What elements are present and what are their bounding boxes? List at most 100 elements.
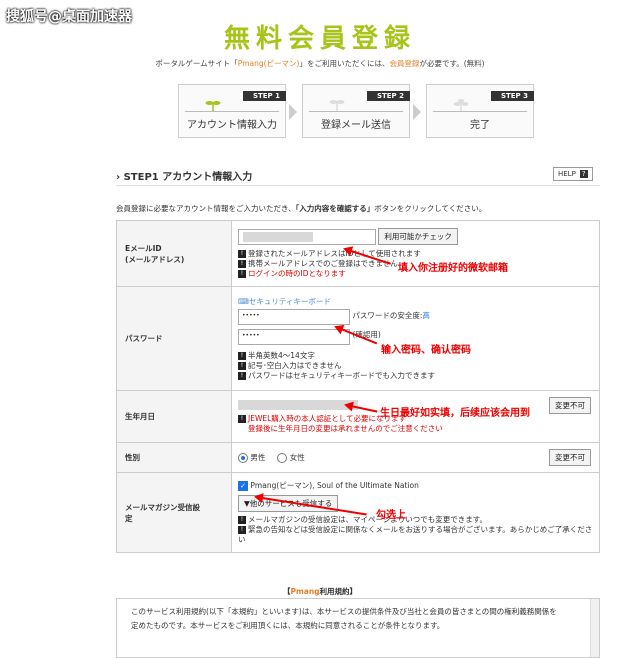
- gender-change-button[interactable]: 変更不可: [549, 449, 591, 466]
- newsletter-note-2-text: 緊急の告知などは受信設定に関係なくメールをお送りする場合がございます。あらかじめ…: [238, 525, 593, 544]
- exclamation-icon: !: [238, 362, 246, 370]
- ground-line: [433, 111, 527, 112]
- step-1: STEP 1 アカウント情報入力: [178, 84, 286, 138]
- gender-male-label: 男性: [250, 453, 266, 462]
- help-button[interactable]: HELP?: [553, 167, 593, 181]
- keyboard-link-text: セキュリティキーボード: [248, 297, 331, 306]
- step-3-tag: STEP 3: [490, 91, 534, 101]
- password-value: •••••: [242, 312, 260, 319]
- email-label-1: EメールID: [125, 243, 162, 253]
- step-2-tag: STEP 2: [366, 91, 410, 101]
- password-note-2: ! 記号･空白入力はできません: [238, 361, 593, 371]
- subtitle-mid: 」をご利用いただくには、: [299, 59, 390, 68]
- birthday-label: 生年月日: [116, 390, 232, 443]
- gender-cell: 男性 女性 変更不可: [231, 442, 600, 473]
- email-label-2: (メールアドレス): [125, 254, 185, 264]
- password-note-3-text: パスワードはセキュリティキーボードでも入力できます: [248, 371, 436, 380]
- divider: [116, 185, 600, 186]
- newsletter-label: メールマガジン受信設定: [116, 472, 232, 553]
- password-note-3: ! パスワードはセキュリティキーボードでも入力できます: [238, 371, 593, 381]
- annotation-email: 填入你注册好的微软邮箱: [398, 263, 508, 274]
- step-3: STEP 3 完了: [426, 84, 534, 138]
- subtitle: ポータルゲームサイト「Pmang(ピーマン)」をご利用いただくには、会員登録が必…: [0, 58, 640, 69]
- exclamation-icon: !: [238, 526, 246, 534]
- exclamation-icon: !: [238, 352, 246, 360]
- step-3-label: 完了: [470, 120, 490, 131]
- newsletter-label-2: 定: [125, 513, 133, 523]
- gender-male-radio[interactable]: [238, 453, 248, 463]
- password-note-1-text: 半角英数4～14文字: [248, 351, 315, 360]
- newsletter-note-1-text: メールマガジンの受信設定は、マイページよりいつでも変更できます。: [248, 515, 487, 524]
- birthday-note-2: 登録後に生年月日の変更は承れませんのでご注意ください: [248, 423, 443, 433]
- ground-line: [309, 111, 403, 112]
- tree-icon: [453, 99, 469, 111]
- blurred-birthday: [238, 399, 358, 410]
- step-2-label: 登録メール送信: [321, 120, 391, 131]
- subtitle-pre: ポータルゲームサイト「: [155, 59, 238, 68]
- registration-form: EメールID (メールアドレス) 利用可能かチェック ! 登録されたメールアドレスは…: [116, 220, 600, 553]
- birthday-change-button[interactable]: 変更不可: [549, 397, 591, 414]
- password-row: パスワード ⌨セキュリティキーボード ••••• パスワードの安全度:高 •••…: [116, 286, 600, 391]
- question-icon: ?: [579, 170, 588, 178]
- exclamation-icon: !: [238, 414, 246, 423]
- sprout-icon: [205, 101, 221, 111]
- keyboard-icon: ⌨: [238, 297, 249, 306]
- password-note-2-text: 記号･空白入力はできません: [248, 361, 342, 370]
- newsletter-checkbox[interactable]: ✓: [238, 481, 248, 491]
- step-2: STEP 2 登録メール送信: [302, 84, 410, 138]
- step-1-tag: STEP 1: [242, 91, 286, 101]
- gender-female-radio[interactable]: [277, 453, 288, 463]
- email-note-3-text: ログインの時のIDとなります: [248, 269, 346, 278]
- newsletter-option-label: Pmang(ピーマン), Soul of the Ultimate Nation: [250, 481, 419, 490]
- intro-text: 会員登録に必要なアカウント情報をご入力いただき、「入力内容を確認する」ボタンをク…: [116, 203, 486, 214]
- annotation-birthday: 生日最好如实填，后续应该会用到: [380, 408, 530, 419]
- intro-bold: 「入力内容を確認する」: [295, 204, 375, 213]
- terms-title-brand: Pmang: [290, 587, 320, 596]
- exclamation-icon: !: [238, 260, 246, 268]
- help-label: HELP: [558, 170, 576, 178]
- step-indicator: STEP 1 アカウント情報入力 STEP 2 登録メール送信 STEP 3 完…: [178, 84, 538, 140]
- email-note-1-text: 登録されたメールアドレスはIDとして使用されます: [248, 249, 421, 258]
- subtitle-post: が必要です。(無料): [419, 59, 485, 68]
- watermark: 搜狐号@桌面加速器: [6, 9, 132, 25]
- subtitle-site: Pmang(ピーマン): [237, 59, 300, 68]
- exclamation-icon: !: [238, 250, 246, 258]
- step-arrow-icon: [413, 104, 421, 120]
- annotation-newsletter: 勾选上: [376, 510, 406, 521]
- exclamation-icon: !: [238, 270, 246, 278]
- newsletter-note-2: ! 緊急の告知などは受信設定に関係なくメールをお送りする場合がございます。あらかじ…: [238, 525, 593, 545]
- gender-row: 性別 男性 女性 変更不可: [116, 442, 600, 473]
- terms-title-post: 利用規約】: [319, 587, 358, 596]
- password-label: パスワード: [116, 286, 232, 391]
- terms-title: 【Pmang利用規約】: [0, 586, 640, 597]
- terms-line-1: このサービス利用規約(以下「本規約」といいます)は、本サービスの提供条件及び当社…: [131, 607, 557, 616]
- exclamation-icon: !: [238, 516, 246, 524]
- newsletter-note-1: ! メールマガジンの受信設定は、マイページよりいつでも変更できます。: [238, 515, 593, 525]
- intro-pre: 会員登録に必要なアカウント情報をご入力いただき、: [116, 204, 296, 213]
- terms-box[interactable]: このサービス利用規約(以下「本規約」といいます)は、本サービスの提供条件及び当社…: [116, 598, 600, 658]
- email-label: EメールID (メールアドレス): [116, 220, 232, 287]
- email-note-1: ! 登録されたメールアドレスはIDとして使用されます: [238, 249, 593, 259]
- gender-label: 性別: [116, 442, 232, 473]
- newsletter-label-1: メールマガジン受信設: [125, 502, 200, 512]
- blurred-email: [243, 232, 313, 242]
- sprout-icon: [329, 100, 345, 111]
- email-note-2-text: 携帯メールアドレスでのご登録はできません: [248, 259, 398, 268]
- security-keyboard-link[interactable]: ⌨セキュリティキーボード: [238, 297, 331, 306]
- subtitle-req: 会員登録: [389, 59, 420, 68]
- check-availability-button[interactable]: 利用可能かチェック: [378, 228, 458, 245]
- newsletter-cell: ✓ Pmang(ピーマン), Soul of the Ultimate Nati…: [231, 472, 600, 553]
- email-input[interactable]: [238, 229, 376, 245]
- ground-line: [185, 111, 279, 112]
- annotation-password: 输入密码、确认密码: [381, 345, 471, 356]
- password-strength-value: 高: [422, 311, 430, 320]
- exclamation-icon: !: [238, 372, 246, 380]
- terms-scrollbar[interactable]: [590, 599, 599, 657]
- step-1-label: アカウント情報入力: [187, 120, 277, 131]
- intro-post: ボタンをクリックしてください。: [374, 204, 487, 213]
- password-input[interactable]: •••••: [238, 309, 350, 325]
- password-strength-label: パスワードの安全度:: [352, 311, 423, 320]
- section-title: › STEP1 アカウント情報入力: [116, 168, 252, 183]
- password-confirm-value: •••••: [242, 332, 260, 339]
- email-cell: 利用可能かチェック ! 登録されたメールアドレスはIDとして使用されます ! 携帯メ…: [231, 220, 600, 287]
